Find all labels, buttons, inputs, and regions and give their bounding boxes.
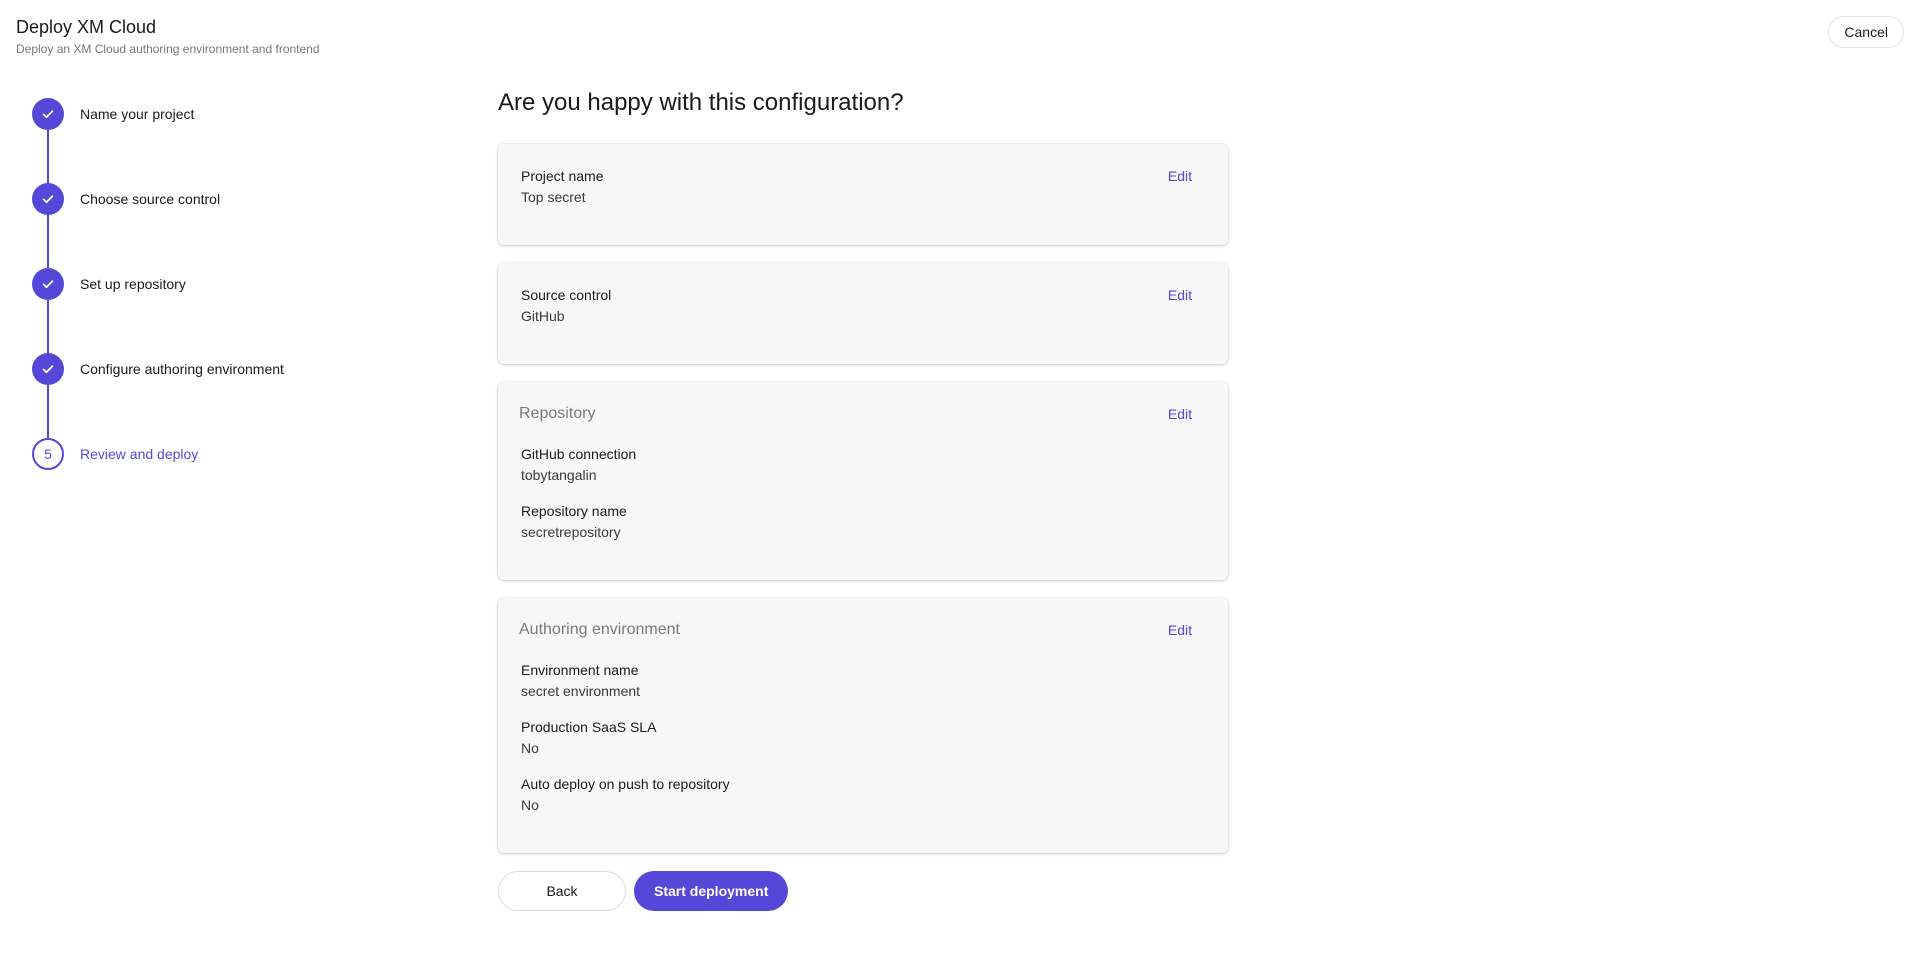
step-source-control: Choose source control — [32, 183, 284, 268]
step-review-deploy: 5 Review and deploy — [32, 438, 284, 470]
source-control-card: Source control GitHub Edit — [498, 263, 1228, 364]
start-deployment-button[interactable]: Start deployment — [634, 871, 789, 911]
field: Repository name secretrepository — [521, 501, 1205, 542]
edit-authoring-button[interactable]: Edit — [1168, 622, 1192, 638]
action-bar: Back Start deployment — [498, 871, 1228, 911]
cancel-button[interactable]: Cancel — [1828, 16, 1904, 48]
repository-card: Repository GitHub connection tobytangali… — [498, 382, 1228, 580]
step-label: Name your project — [80, 106, 195, 122]
step-name-project: Name your project — [32, 98, 284, 183]
main-content: Are you happy with this configuration? P… — [498, 86, 1228, 911]
step-label: Review and deploy — [80, 446, 199, 462]
step-connector — [47, 300, 49, 353]
authoring-environment-card: Authoring environment Environment name s… — [498, 598, 1228, 853]
header: Deploy XM Cloud Deploy an XM Cloud autho… — [16, 16, 320, 56]
field: GitHub connection tobytangalin — [521, 444, 1205, 485]
step-label: Configure authoring environment — [80, 361, 284, 377]
field-label: Environment name — [521, 662, 639, 678]
step-connector — [47, 385, 49, 438]
field-value: GitHub — [521, 308, 565, 324]
field: Source control GitHub — [521, 285, 1205, 326]
step-repository: Set up repository — [32, 268, 284, 353]
back-button[interactable]: Back — [498, 871, 626, 911]
edit-repository-button[interactable]: Edit — [1168, 406, 1192, 422]
step-authoring-environment: Configure authoring environment — [32, 353, 284, 438]
step-connector — [47, 130, 49, 183]
step-label: Set up repository — [80, 276, 186, 292]
stepper: Name your project Choose source control … — [32, 98, 284, 470]
check-icon — [32, 98, 64, 130]
field-label: Production SaaS SLA — [521, 719, 657, 735]
step-number: 5 — [32, 438, 64, 470]
check-icon — [32, 183, 64, 215]
page-subtitle: Deploy an XM Cloud authoring environment… — [16, 42, 320, 56]
field-label: GitHub connection — [521, 446, 637, 462]
edit-project-button[interactable]: Edit — [1168, 168, 1192, 184]
field: Project name Top secret — [521, 166, 1205, 207]
page-title: Deploy XM Cloud — [16, 17, 157, 37]
project-name-card: Project name Top secret Edit — [498, 144, 1228, 245]
field-value: tobytangalin — [521, 467, 597, 483]
section-title: Repository — [519, 405, 596, 422]
section-title: Authoring environment — [519, 621, 680, 638]
field-label: Repository name — [521, 503, 627, 519]
field: Production SaaS SLA No — [521, 717, 1205, 758]
field-value: Top secret — [521, 189, 586, 205]
check-icon — [32, 353, 64, 385]
field: Environment name secret environment — [521, 660, 1205, 701]
field-value: secret environment — [521, 683, 641, 699]
field-value: No — [521, 797, 539, 813]
step-connector — [47, 215, 49, 268]
field-value: No — [521, 740, 539, 756]
field: Auto deploy on push to repository No — [521, 774, 1205, 815]
field-label: Source control — [521, 287, 612, 303]
main-heading: Are you happy with this configuration? — [498, 89, 904, 116]
field-label: Auto deploy on push to repository — [521, 776, 730, 792]
edit-source-control-button[interactable]: Edit — [1168, 287, 1192, 303]
field-label: Project name — [521, 168, 604, 184]
step-label: Choose source control — [80, 191, 221, 207]
check-icon — [32, 268, 64, 300]
field-value: secretrepository — [521, 524, 621, 540]
